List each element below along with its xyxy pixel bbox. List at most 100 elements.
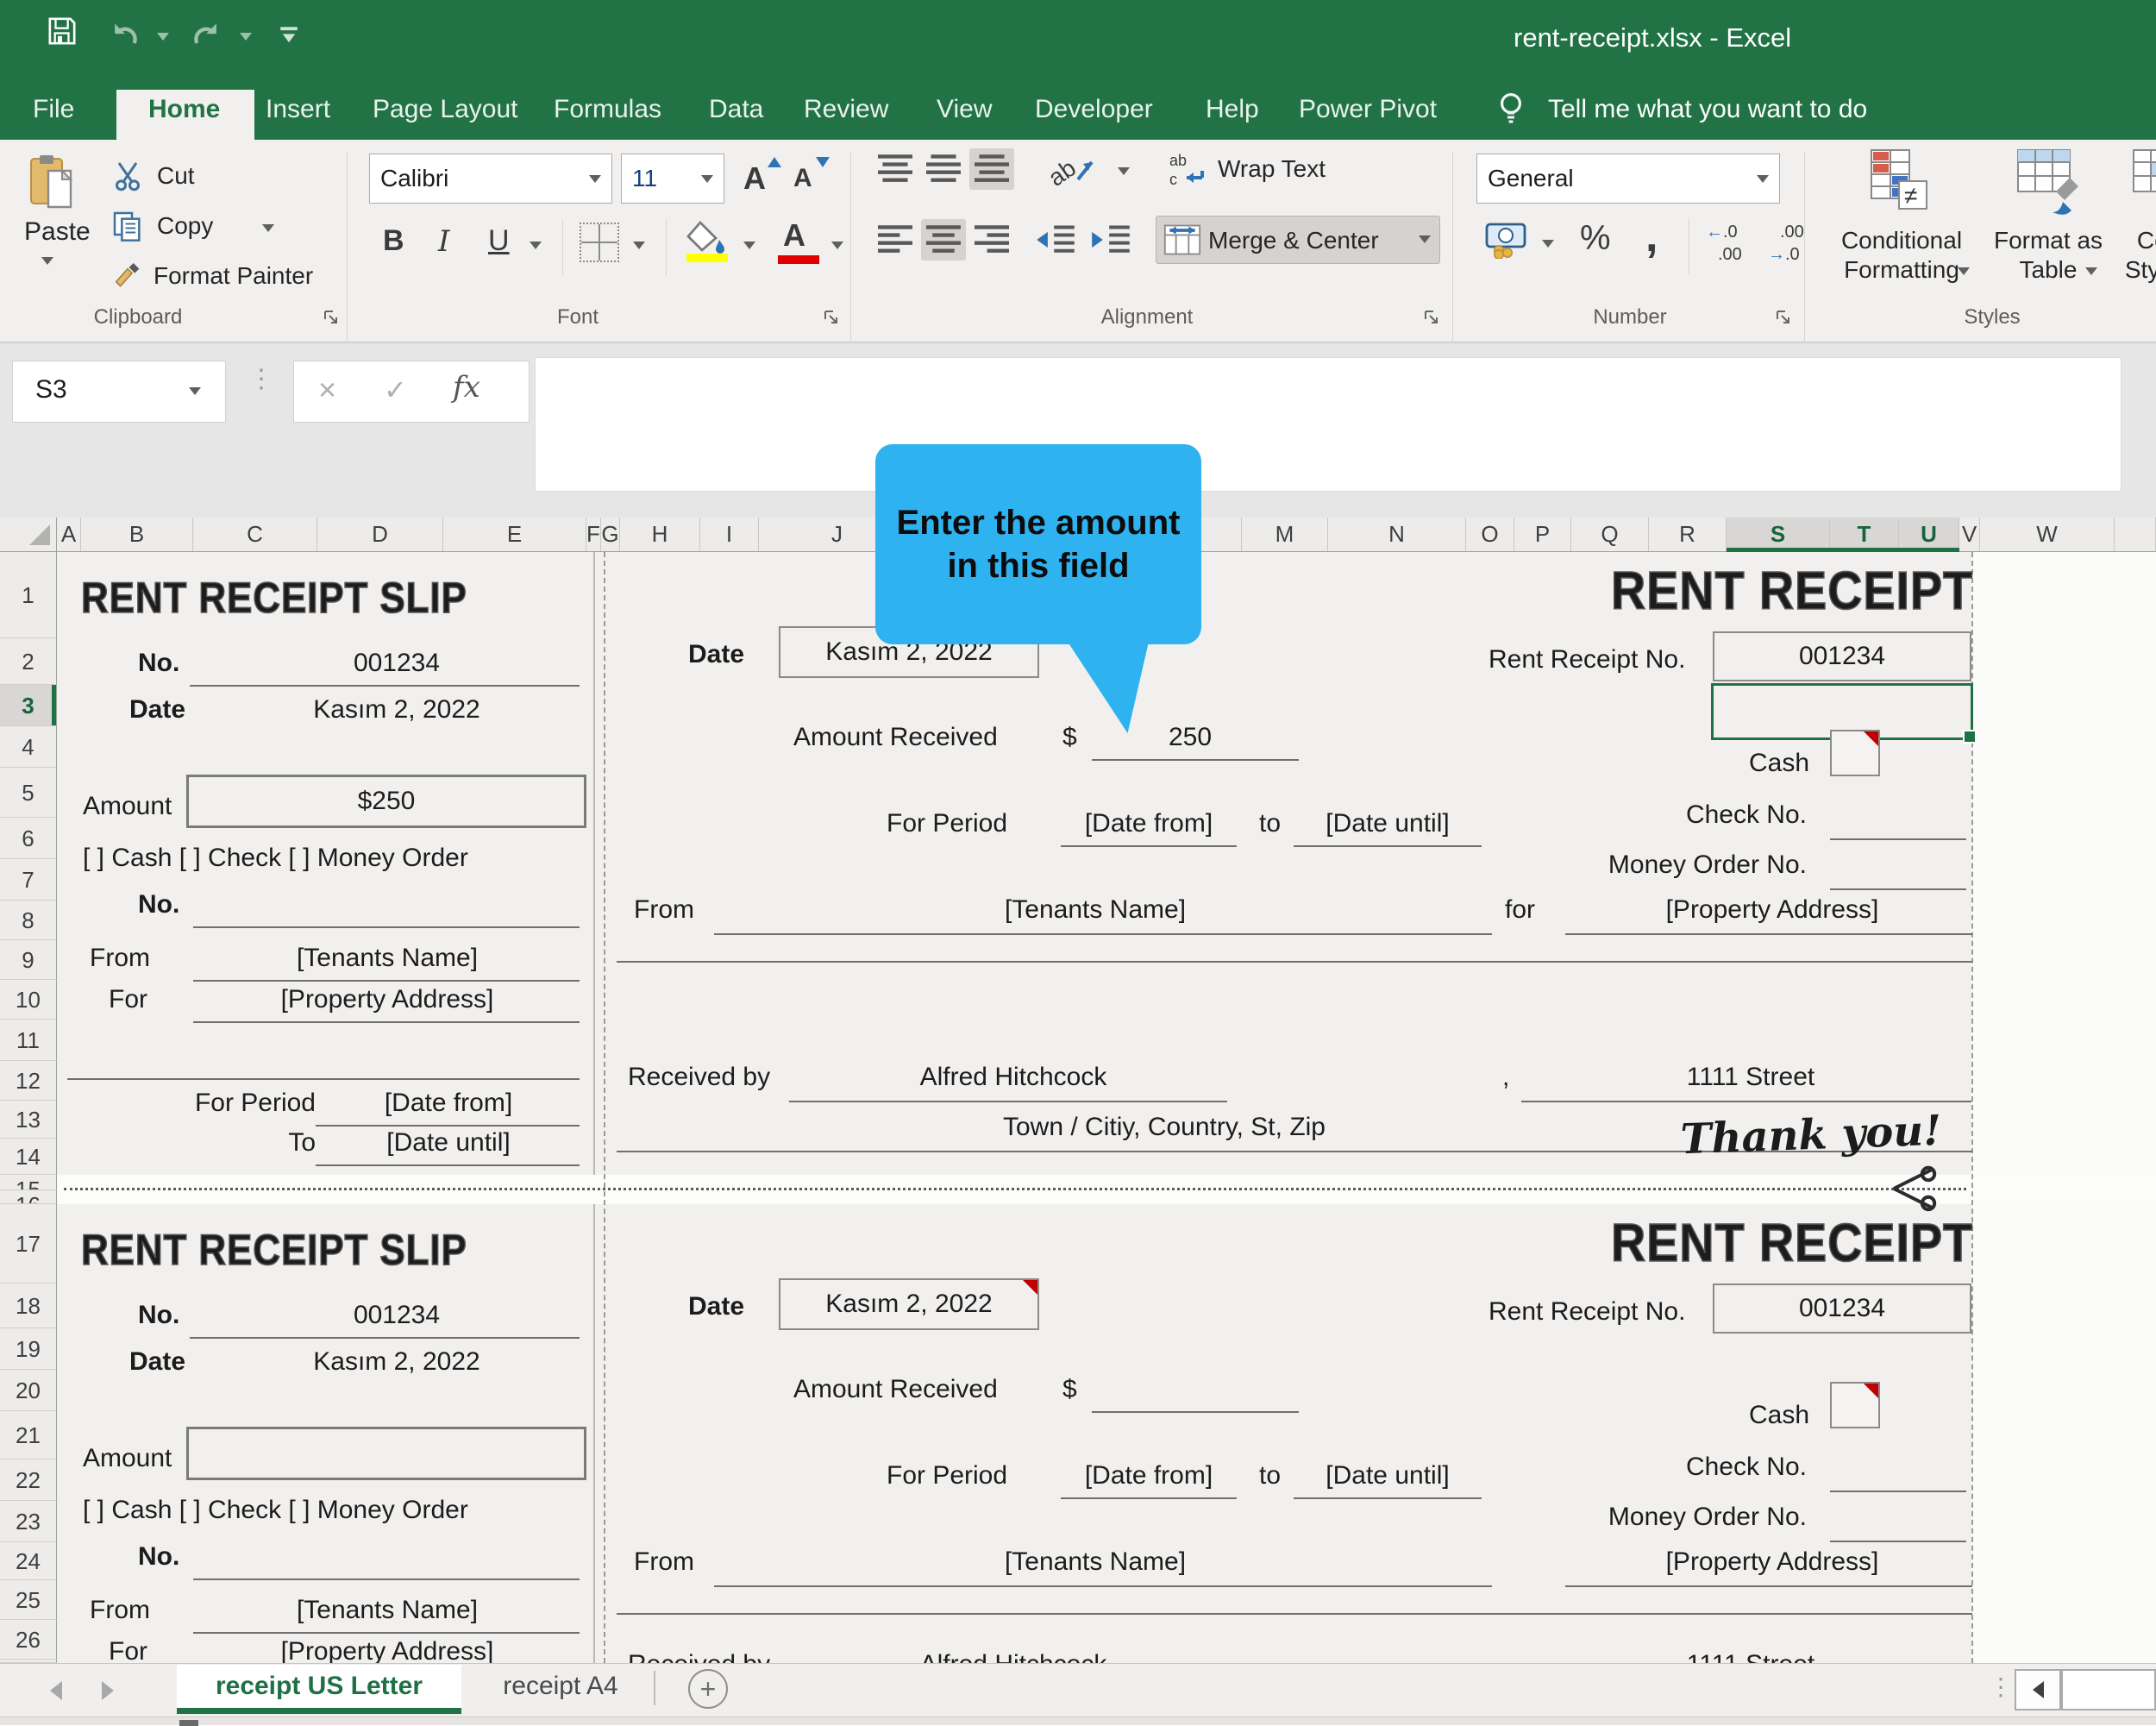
slip-tenants-value[interactable]: [Tenants Name]: [193, 1596, 581, 1625]
tab-data[interactable]: Data: [709, 95, 763, 124]
undo-icon[interactable]: [105, 17, 143, 52]
property-value[interactable]: [Property Address]: [1591, 895, 1953, 925]
column-header-U[interactable]: U: [1899, 518, 1959, 551]
font-color-caret-icon[interactable]: [831, 242, 843, 249]
row-header-16[interactable]: 16: [0, 1190, 57, 1204]
column-header-N[interactable]: N: [1328, 518, 1466, 551]
align-center-icon[interactable]: [921, 219, 966, 260]
date-until-value[interactable]: [Date until]: [1297, 809, 1478, 838]
row-header-6[interactable]: 6: [0, 818, 57, 859]
confirm-icon[interactable]: ✓: [384, 373, 407, 406]
number-dialog-launcher-icon[interactable]: [1773, 307, 1794, 328]
alignment-dialog-launcher-icon[interactable]: [1421, 307, 1442, 328]
column-header-Q[interactable]: Q: [1571, 518, 1649, 551]
amount-received-value[interactable]: 250: [1112, 723, 1268, 752]
slip-date-value[interactable]: Kasım 2, 2022: [241, 695, 552, 725]
date-from-value[interactable]: [Date from]: [1066, 809, 1232, 838]
slip-date-value[interactable]: Kasım 2, 2022: [241, 1347, 552, 1377]
insert-function-icon[interactable]: fx: [453, 370, 480, 405]
column-header-B[interactable]: B: [81, 518, 193, 551]
font-size-select[interactable]: 11: [621, 154, 724, 204]
underline-caret-icon[interactable]: [530, 242, 542, 249]
column-header-V[interactable]: V: [1959, 518, 1980, 551]
orientation-icon[interactable]: ab: [1050, 152, 1111, 191]
column-header-D[interactable]: D: [317, 518, 443, 551]
undo-dropdown-caret[interactable]: [157, 33, 169, 41]
row-header-24[interactable]: 24: [0, 1542, 57, 1580]
row-header-18[interactable]: 18: [0, 1284, 57, 1328]
tell-me-box[interactable]: Tell me what you want to do: [1548, 95, 1867, 124]
copy-button[interactable]: Copy: [110, 209, 317, 248]
row-header-14[interactable]: 14: [0, 1139, 57, 1175]
column-header-M[interactable]: M: [1242, 518, 1328, 551]
decrease-font-icon[interactable]: A: [790, 157, 835, 205]
italic-button[interactable]: I: [438, 224, 449, 259]
borders-icon[interactable]: [580, 223, 619, 262]
underline-button[interactable]: U: [488, 224, 510, 258]
spreadsheet-area[interactable]: RENT RECEIPT SLIP No. 001234 Date Kasım …: [0, 552, 2156, 1663]
slip-payment-checks[interactable]: [ ] Cash [ ] Check [ ] Money Order: [83, 844, 468, 873]
cancel-icon[interactable]: ×: [318, 372, 336, 408]
tab-insert[interactable]: Insert: [266, 95, 330, 124]
customize-qat-icon[interactable]: [278, 22, 300, 48]
column-header-O[interactable]: O: [1466, 518, 1514, 551]
slip-no-value[interactable]: 001234: [241, 649, 552, 678]
column-header-H[interactable]: H: [620, 518, 700, 551]
column-header-C[interactable]: C: [193, 518, 317, 551]
row-header-11[interactable]: 11: [0, 1020, 57, 1061]
slip-amount-box[interactable]: $250: [186, 1427, 586, 1480]
tab-review[interactable]: Review: [804, 95, 888, 124]
font-family-select[interactable]: Calibri: [369, 154, 612, 204]
cash-checkbox[interactable]: [1830, 1382, 1880, 1428]
tab-view[interactable]: View: [937, 95, 992, 124]
row-header-12[interactable]: 12: [0, 1061, 57, 1101]
column-header-I[interactable]: I: [700, 518, 759, 551]
formula-input[interactable]: [535, 357, 2122, 492]
row-header-3[interactable]: 3: [0, 685, 57, 726]
select-all-corner[interactable]: [0, 518, 57, 551]
date-box[interactable]: Kasım 2, 2022: [779, 1278, 1039, 1330]
number-format-select[interactable]: General: [1476, 154, 1780, 204]
redo-icon[interactable]: [188, 17, 226, 52]
date-until-value[interactable]: [Date until]: [1297, 1461, 1478, 1491]
slip-date-from[interactable]: [Date from]: [319, 1089, 578, 1118]
row-header-9[interactable]: 9: [0, 940, 57, 980]
clipboard-dialog-launcher-icon[interactable]: [321, 307, 342, 328]
align-middle-icon[interactable]: [921, 148, 966, 190]
column-header-S[interactable]: S: [1727, 518, 1830, 551]
conditional-formatting-button[interactable]: ≠ Conditional Formatting: [1828, 147, 1975, 302]
increase-font-icon[interactable]: A: [740, 154, 785, 202]
row-header-19[interactable]: 19: [0, 1328, 57, 1370]
row-header-26[interactable]: 26: [0, 1620, 57, 1660]
row-header-21[interactable]: 21: [0, 1411, 57, 1459]
row-header-1[interactable]: 1: [0, 552, 57, 638]
borders-caret-icon[interactable]: [633, 242, 645, 249]
hscroll-track[interactable]: [2061, 1669, 2156, 1710]
row-header-25[interactable]: 25: [0, 1580, 57, 1620]
row-header-2[interactable]: 2: [0, 638, 57, 685]
tenants-value[interactable]: [Tenants Name]: [811, 895, 1380, 925]
receipt-no-box[interactable]: 001234: [1713, 1284, 1971, 1334]
sheet-nav-right-icon[interactable]: [102, 1681, 114, 1700]
align-bottom-icon[interactable]: [969, 148, 1014, 190]
increase-decimal-icon[interactable]: ←.0.00: [1706, 221, 1766, 269]
tab-page-layout[interactable]: Page Layout: [373, 95, 517, 124]
comma-style-button[interactable]: ,: [1645, 210, 1658, 262]
tab-formulas[interactable]: Formulas: [554, 95, 661, 124]
increase-indent-icon[interactable]: [1087, 219, 1131, 260]
hscroll-left-button[interactable]: [2015, 1669, 2061, 1710]
font-dialog-launcher-icon[interactable]: [821, 307, 842, 328]
row-header-15[interactable]: 15: [0, 1175, 57, 1190]
column-header-P[interactable]: P: [1514, 518, 1571, 551]
date-from-value[interactable]: [Date from]: [1066, 1461, 1232, 1491]
fill-handle[interactable]: [1963, 730, 1977, 744]
received-by-name[interactable]: Alfred Hitchcock: [862, 1063, 1164, 1092]
wrap-text-button[interactable]: ab c Wrap Text: [1169, 148, 1428, 193]
cut-button[interactable]: Cut: [110, 159, 317, 198]
sheet-tab-receipt-a4[interactable]: receipt A4: [479, 1665, 642, 1708]
row-header-20[interactable]: 20: [0, 1370, 57, 1411]
column-header-T[interactable]: T: [1830, 518, 1899, 551]
column-header-A[interactable]: A: [57, 518, 81, 551]
paste-button[interactable]: Paste: [16, 152, 91, 290]
tab-home[interactable]: Home: [148, 95, 220, 124]
